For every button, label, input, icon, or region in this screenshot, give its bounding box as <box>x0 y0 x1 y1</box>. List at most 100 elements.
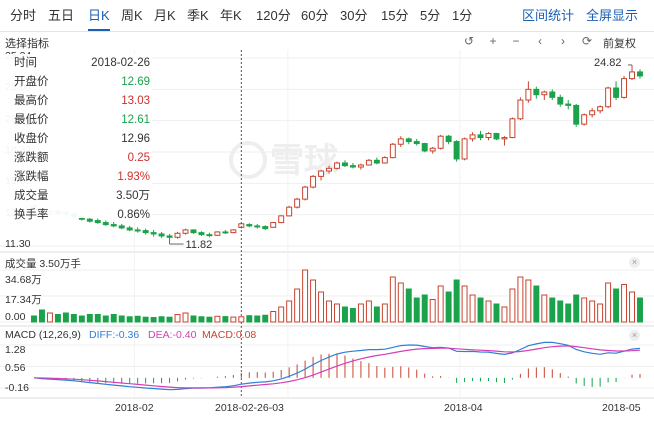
candle-body <box>294 198 301 208</box>
macd-axis-tick: 1.28 <box>5 344 26 356</box>
volume-bar <box>477 297 484 323</box>
volume-bar <box>453 279 460 323</box>
volume-bar <box>78 315 85 323</box>
volume-bar <box>174 314 181 323</box>
candle-body <box>262 226 269 230</box>
tooltip-value: 13.03 <box>121 95 150 107</box>
close-volume-icon[interactable]: × <box>629 257 640 268</box>
candle-body <box>477 134 484 139</box>
volume-bar <box>613 288 620 323</box>
candle-body <box>342 162 348 167</box>
volume-bar <box>461 285 468 323</box>
volume-bar <box>637 297 643 323</box>
volume-bar <box>573 294 580 323</box>
candle-body <box>501 137 508 140</box>
candle-body <box>214 231 221 236</box>
tooltip-value: 3.50万 <box>116 190 150 202</box>
macd-axis-tick: 0.56 <box>5 362 26 374</box>
candle-body <box>326 167 332 172</box>
date-axis-tick: 2018-02 <box>115 402 154 414</box>
candle-body <box>310 175 317 188</box>
volume-bar <box>581 297 588 323</box>
volume-bar <box>469 294 476 323</box>
candle-body <box>278 215 285 224</box>
candle-body <box>525 88 532 101</box>
candle-body <box>349 165 356 168</box>
candle-body <box>605 87 612 108</box>
tooltip-label: 涨跌幅 <box>14 171 49 183</box>
volume-bar <box>437 285 444 323</box>
close-macd-icon[interactable]: × <box>629 330 640 341</box>
candle-body <box>445 135 452 143</box>
volume-bar <box>262 314 269 323</box>
candle-body <box>373 159 380 164</box>
low-price-label: 11.82 <box>186 239 213 251</box>
volume-bar <box>46 312 53 323</box>
volume-bar <box>126 316 133 323</box>
volume-bar <box>397 282 404 323</box>
volume-bar <box>134 315 141 323</box>
volume-bar <box>230 316 237 323</box>
candle-body <box>533 88 540 96</box>
candle-body <box>365 159 372 166</box>
candle-body <box>286 206 293 217</box>
volume-bar <box>110 314 117 323</box>
candle-body <box>485 133 492 139</box>
volume-bar <box>421 294 428 323</box>
tooltip-label: 换手率 <box>14 209 49 221</box>
candle-body <box>461 138 468 160</box>
candle-body <box>142 230 149 234</box>
tooltip-value: 2018-02-26 <box>91 57 150 69</box>
volume-bar <box>70 314 77 323</box>
volume-bar <box>62 312 69 323</box>
volume-bar <box>198 316 205 323</box>
tooltip-value: 12.61 <box>121 114 150 126</box>
macd-macd-value: MACD:0.08 <box>202 329 257 341</box>
candle-body <box>174 232 181 238</box>
volume-bar <box>429 299 436 323</box>
candle-body <box>389 143 396 159</box>
volume-bar <box>54 314 61 323</box>
tooltip-row: 时间 2018-02-26 <box>0 54 152 73</box>
date-axis-tick: 2018-04 <box>444 402 483 414</box>
candle-body <box>509 118 516 139</box>
tooltip-label: 涨跌额 <box>14 152 49 164</box>
candle-body <box>405 138 412 143</box>
candle-body <box>302 186 309 200</box>
candle-body <box>206 234 213 237</box>
volume-bar <box>357 303 364 323</box>
tooltip-row: 涨跌额 0.25 <box>0 149 152 168</box>
volume-bar <box>222 316 229 323</box>
tooltip-label: 收盘价 <box>14 133 49 145</box>
candle-body <box>230 229 237 234</box>
tooltip-label: 成交量 <box>14 190 49 202</box>
volume-axis-tick: 34.68万 <box>5 274 42 286</box>
volume-bar <box>485 300 492 323</box>
tooltip-label: 最低价 <box>14 114 49 126</box>
volume-label: 成交量 3.50万手 <box>5 258 81 270</box>
candle-body <box>166 235 173 238</box>
candle-body <box>134 229 141 232</box>
volume-bar <box>142 316 149 323</box>
volume-bar <box>509 288 516 323</box>
high-price-label: 24.82 <box>594 57 622 69</box>
volume-bar <box>445 291 452 323</box>
tooltip-row: 涨跌幅 1.93% <box>0 168 152 187</box>
price-axis-tick: 11.30 <box>5 238 31 250</box>
volume-bar <box>533 285 540 323</box>
volume-bar <box>493 303 500 323</box>
volume-bar <box>389 276 396 323</box>
watermark-text: 雪球 <box>270 141 339 181</box>
candle-body <box>270 222 277 228</box>
volume-bar <box>565 303 572 323</box>
candle-body <box>493 133 500 140</box>
volume-bar <box>629 291 635 323</box>
candle-body <box>334 162 340 169</box>
candle-body <box>150 232 157 235</box>
volume-bar <box>270 311 277 323</box>
candle-body <box>637 71 643 77</box>
ohlc-tooltip: 时间 2018-02-26 开盘价 12.69 最高价 13.03 最低价 12.61 收盘价 1… <box>0 54 152 221</box>
volume-bar <box>318 291 325 323</box>
candle-body <box>581 114 588 125</box>
candle-body <box>357 164 364 168</box>
